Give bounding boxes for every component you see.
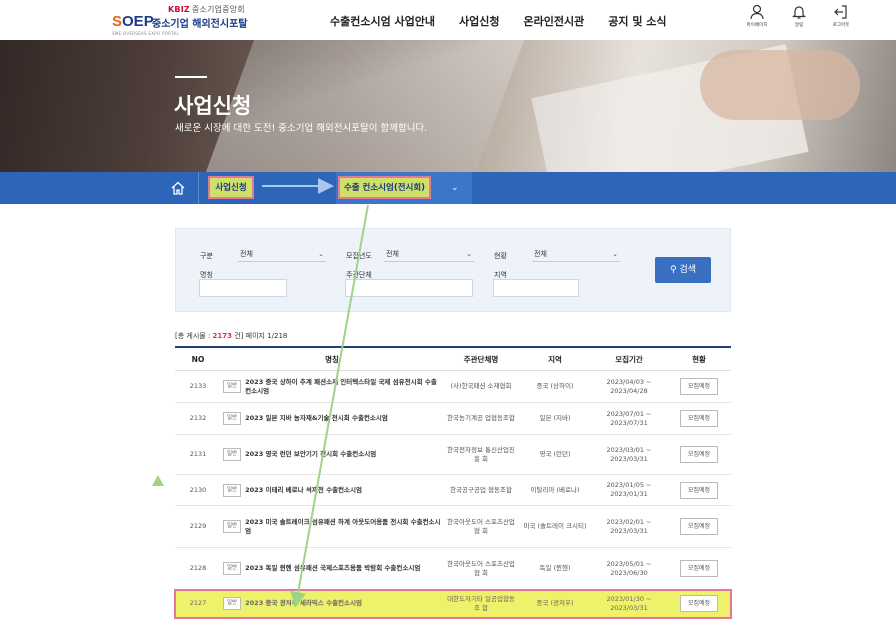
bell-icon: [792, 6, 806, 19]
nav-item-notice[interactable]: 공지 및 소식: [608, 13, 666, 29]
status-select[interactable]: 전체 ⌄: [532, 248, 620, 262]
breadcrumb: 사업신청 수출 컨소시엄(전시회) ⌄: [0, 172, 896, 204]
row-title[interactable]: 2023 중국 상하이 추계 패션소재 인터텍스타일 국제 섬유전시회 수출컨소…: [245, 378, 441, 396]
table-row[interactable]: 2130 일반 2023 이태리 베로나 석재전 수출컨소시엄 한국공구공업 협동…: [175, 475, 731, 506]
nav-item-consortium-guide[interactable]: 수출컨소시엄 사업안내: [330, 13, 435, 29]
hero-banner: 사업신청 새로운 시장에 대한 도전! 중소기업 해외전시포탈이 함께합니다.: [0, 40, 896, 172]
category-badge: 일반: [223, 562, 242, 575]
category-badge: 일반: [223, 597, 242, 610]
status-label: 현황: [494, 252, 507, 260]
name-input[interactable]: [199, 279, 287, 297]
row-title[interactable]: 2023 미국 솔트레이크 섬유패션 하계 아웃도어용품 전시회 수출컨소시엄: [245, 518, 441, 536]
chevron-down-icon: ⌄: [612, 250, 618, 258]
table-row[interactable]: 2131 일반 2023 영국 런던 보안기기 전시회 수출컨소시엄 한국전자정보…: [175, 435, 731, 475]
soep-logo: SOEP: [112, 13, 154, 30]
category-badge: 일반: [223, 448, 242, 461]
category-badge: 일반: [223, 380, 242, 393]
category-badge: 일반: [223, 520, 242, 533]
chevron-down-icon: ⌄: [318, 250, 324, 258]
search-panel: 구분 전체 ⌄ 모집년도 전체 ⌄ 현황 전체 ⌄ 명칭 주관단체 지역 ⚲ 검색: [175, 228, 731, 312]
year-label: 모집년도: [346, 252, 372, 260]
chevron-down-icon[interactable]: ⌄: [451, 183, 459, 193]
status-badge[interactable]: 모집예정: [679, 446, 719, 463]
row-title[interactable]: 2023 독일 뮌헨 섬유패션 국제스포츠용품 박람회 수출컨소시엄: [245, 564, 420, 573]
table-row[interactable]: 2132 일반 2023 일본 지바 농자재&기술 전시회 수출컨소시엄 한국농기…: [175, 403, 731, 435]
post-count: [총 게시물 : 2173 건] 페이지 1/218: [175, 332, 288, 340]
category-badge: 일반: [223, 483, 242, 497]
table-row[interactable]: 2133 일반 2023 중국 상하이 추계 패션소재 인터텍스타일 국제 섬유전…: [175, 371, 731, 403]
main-nav: 수출컨소시엄 사업안내 사업신청 온라인전시관 공지 및 소식: [330, 13, 667, 29]
mypage-link[interactable]: 마이페이지: [742, 4, 772, 28]
region-input[interactable]: [493, 279, 579, 297]
hero-title-bar: [175, 76, 207, 78]
year-select[interactable]: 전체 ⌄: [384, 248, 474, 262]
search-button[interactable]: ⚲ 검색: [655, 257, 711, 283]
page-title: 사업신청: [174, 94, 252, 118]
consortium-table: NO 명칭 주관단체명 지역 모집기간 현황 2133 일반 2023 중국 상하…: [174, 346, 732, 619]
category-badge: 일반: [223, 412, 242, 425]
breadcrumb-item-consortium[interactable]: 수출 컨소시엄(전시회): [338, 176, 431, 199]
nav-item-application[interactable]: 사업신청: [459, 13, 499, 29]
nav-item-online-exhibition[interactable]: 온라인전시관: [524, 13, 585, 29]
portal-name: 중소기업 해외전시포탈: [152, 19, 248, 30]
status-badge[interactable]: 모집예정: [679, 518, 719, 535]
annotation-marker-triangle: [152, 475, 164, 486]
org-input[interactable]: [345, 279, 473, 297]
row-title[interactable]: 2023 중국 광저우 세라믹스 수출컨소시엄: [245, 599, 362, 608]
chevron-down-icon: ⌄: [466, 250, 472, 258]
site-logo[interactable]: KBIZ 중소기업중앙회 SOEP 중소기업 해외전시포탈 SME OVERSEA…: [112, 4, 272, 36]
table-row[interactable]: 2129 일반 2023 미국 솔트레이크 섬유패션 하계 아웃도어용품 전시회 …: [175, 506, 731, 548]
status-badge[interactable]: 모집예정: [679, 481, 719, 499]
row-title[interactable]: 2023 영국 런던 보안기기 전시회 수출컨소시엄: [245, 450, 376, 459]
notification-link[interactable]: 알림: [784, 4, 814, 28]
logout-link[interactable]: 로그아웃: [826, 4, 856, 28]
table-row[interactable]: 2128 일반 2023 독일 뮌헨 섬유패션 국제스포츠용품 박람회 수출컨소시…: [175, 548, 731, 590]
type-select[interactable]: 전체 ⌄: [238, 248, 326, 262]
status-badge[interactable]: 모집예정: [679, 595, 719, 612]
breadcrumb-item-application[interactable]: 사업신청: [208, 176, 254, 199]
utility-menu: 마이페이지 알림 로그아웃: [742, 4, 856, 28]
portal-subtitle: SME OVERSEAS EXPO PORTAL: [112, 31, 179, 36]
table-header: NO 명칭 주관단체명 지역 모집기간 현황: [175, 346, 731, 371]
kbiz-logo: KBIZ 중소기업중앙회: [168, 5, 245, 14]
page-subtitle: 새로운 시장에 대한 도전! 중소기업 해외전시포탈이 함께합니다.: [175, 123, 428, 134]
row-title[interactable]: 2023 일본 지바 농자재&기술 전시회 수출컨소시엄: [245, 414, 388, 423]
status-badge[interactable]: 모집예정: [679, 560, 719, 577]
person-icon: [750, 4, 764, 20]
search-icon: ⚲: [669, 265, 677, 275]
status-badge[interactable]: 모집예정: [679, 378, 719, 395]
row-title[interactable]: 2023 이태리 베로나 석재전 수출컨소시엄: [245, 486, 362, 495]
table-row-highlighted[interactable]: 2127 일반 2023 중국 광저우 세라믹스 수출컨소시엄 대한도자기타 일공…: [174, 589, 732, 619]
status-badge[interactable]: 모집예정: [679, 410, 719, 427]
site-header: KBIZ 중소기업중앙회 SOEP 중소기업 해외전시포탈 SME OVERSEA…: [0, 0, 896, 40]
home-icon[interactable]: [170, 180, 186, 196]
logout-icon: [834, 5, 847, 19]
type-label: 구분: [200, 252, 213, 260]
